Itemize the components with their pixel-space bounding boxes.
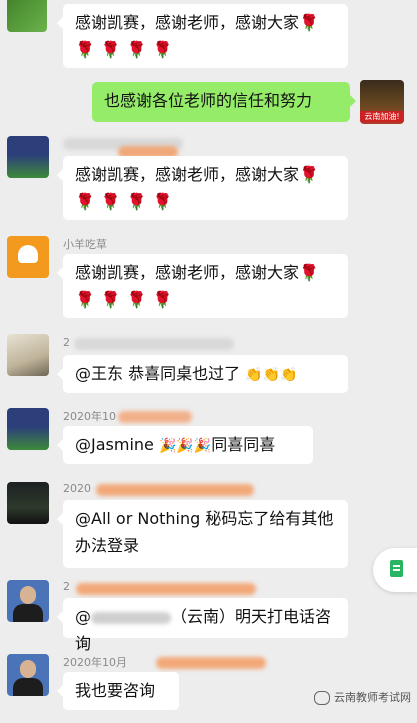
redacted-name (118, 411, 192, 423)
message-bubble[interactable]: 感谢凯赛，感谢老师，感谢大家🌹 🌹🌹🌹🌹 (57, 156, 348, 220)
sender-name: 2020年10月 (63, 656, 127, 669)
message-text: @All or Nothing 秘码忘了给有其他办法登录 (75, 509, 334, 555)
floating-doc-button[interactable] (373, 548, 417, 592)
message-bubble[interactable]: @All or Nothing 秘码忘了给有其他办法登录 (57, 500, 348, 568)
rose-emojis: 🌹🌹🌹🌹 (75, 40, 179, 59)
redacted-name (156, 657, 266, 669)
avatar[interactable] (7, 408, 49, 450)
mention-prefix: @ (75, 607, 91, 626)
sender-name: 2 (63, 336, 70, 349)
wechat-icon (314, 691, 330, 705)
avatar[interactable] (7, 0, 47, 32)
person-photo (13, 678, 43, 696)
message-text: 感谢凯赛，感谢老师，感谢大家🌹 (75, 263, 319, 282)
message-bubble[interactable]: 感谢凯赛，感谢老师，感谢大家🌹 🌹🌹🌹🌹 (57, 254, 348, 318)
message-text: @Jasmine (75, 435, 159, 454)
rose-emojis: 🌹🌹🌹🌹 (75, 192, 179, 211)
redacted-name (96, 484, 254, 496)
sender-name: 2020年10 (63, 410, 116, 423)
message-bubble[interactable]: 也感谢各位老师的信任和努力 (92, 82, 356, 122)
message-text: 我也要咨询 (75, 681, 156, 700)
avatar[interactable] (7, 654, 49, 696)
avatar[interactable] (7, 136, 49, 178)
document-icon (390, 560, 403, 577)
sender-name: 2020 (63, 482, 91, 495)
avatar[interactable]: 云南加油! (360, 80, 404, 124)
person-photo (20, 586, 36, 604)
message-text: 也感谢各位老师的信任和努力 (104, 91, 313, 110)
avatar[interactable] (7, 334, 49, 376)
redacted-name (74, 338, 234, 350)
avatar[interactable] (7, 236, 49, 278)
message-bubble[interactable]: @Jasmine 🎉🎉🎉同喜同喜 (57, 426, 313, 464)
person-photo (20, 660, 36, 678)
message-bubble[interactable]: @ （云南）明天打电话咨询 (57, 598, 348, 653)
avatar[interactable] (7, 580, 49, 622)
rose-emojis: 🌹🌹🌹🌹 (75, 290, 179, 309)
message-text: 感谢凯赛，感谢老师，感谢大家🌹 (75, 13, 319, 32)
redacted-name (91, 612, 171, 624)
message-bubble[interactable]: 感谢凯赛，感谢老师，感谢大家🌹 🌹🌹🌹🌹 (57, 4, 348, 68)
avatar[interactable] (7, 482, 49, 524)
person-photo (13, 604, 43, 622)
party-popper-emojis: 🎉🎉🎉 (158, 438, 212, 454)
sender-name: 2 (63, 580, 70, 593)
message-text: 感谢凯赛，感谢老师，感谢大家🌹 (75, 165, 319, 184)
redacted-name (76, 583, 256, 595)
avatar-caption: 云南加油! (360, 111, 404, 122)
headphone-icon (18, 245, 38, 263)
watermark: 云南教师考试网 (314, 689, 411, 705)
watermark-text: 云南教师考试网 (334, 691, 411, 704)
message-bubble[interactable]: @王东 恭喜同桌也过了 👏👏👏 (57, 355, 348, 393)
message-bubble[interactable]: 我也要咨询 (57, 672, 179, 710)
sender-name: 小羊吃草 (63, 238, 107, 251)
message-text: @王东 恭喜同桌也过了 (75, 364, 241, 383)
message-text: 同喜同喜 (211, 435, 276, 454)
clap-emojis: 👏👏👏 (245, 367, 298, 383)
